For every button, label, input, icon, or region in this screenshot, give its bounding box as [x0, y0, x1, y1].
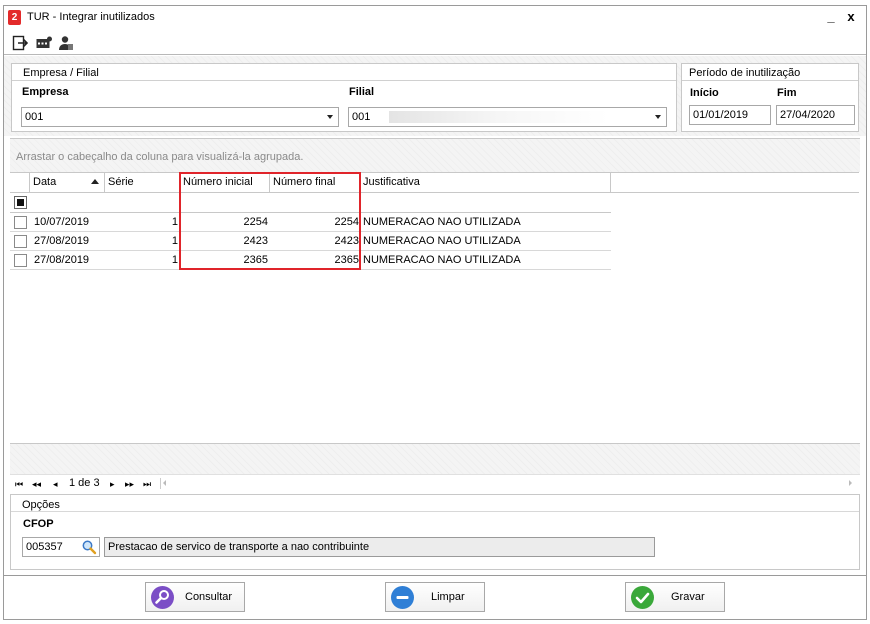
highlight-box: [179, 172, 361, 270]
sort-asc-icon: [91, 179, 99, 184]
select-all-checkbox[interactable]: [14, 196, 27, 209]
footer-divider: [4, 575, 866, 576]
cell-data: 27/08/2019: [34, 254, 90, 266]
page-position: 1 de 3: [69, 477, 100, 489]
cell-serie: 1: [171, 254, 178, 266]
checkmark-icon: [631, 586, 654, 609]
opcoes-header: [11, 495, 859, 512]
column-header-serie[interactable]: Série: [105, 172, 180, 193]
filial-combo[interactable]: 001: [348, 107, 667, 127]
column-header-justificativa[interactable]: Justificativa: [360, 172, 611, 193]
cfop-input[interactable]: 005357: [22, 537, 100, 557]
empresa-filial-title: Empresa / Filial: [23, 67, 99, 79]
filial-name-redacted: [389, 111, 609, 123]
toolbar: [4, 31, 866, 55]
row-checkbox[interactable]: [14, 254, 27, 267]
close-button[interactable]: x: [844, 9, 858, 25]
column-header-data[interactable]: Data: [30, 172, 105, 193]
app-logo-icon: 2: [8, 10, 21, 25]
chevron-down-icon[interactable]: [327, 115, 333, 119]
limpar-button[interactable]: Limpar: [385, 582, 485, 612]
pager-bar: [10, 474, 860, 492]
search-icon[interactable]: [81, 539, 97, 555]
scroll-right-icon[interactable]: [849, 480, 852, 486]
empresa-value: 001: [25, 111, 44, 123]
inicio-date-input[interactable]: 01/01/2019: [689, 105, 771, 125]
magnifier-icon: [151, 586, 174, 609]
cfop-label: CFOP: [23, 518, 54, 530]
consultar-button[interactable]: Consultar: [145, 582, 245, 612]
header-indicator: [10, 172, 30, 193]
fim-label: Fim: [777, 87, 797, 99]
fim-date-input[interactable]: 27/04/2020: [776, 105, 855, 125]
periodo-title: Período de inutilização: [689, 67, 801, 79]
first-page-button[interactable]: ⏮: [15, 479, 23, 490]
inicio-label: Início: [690, 87, 719, 99]
chevron-down-icon[interactable]: [655, 115, 661, 119]
row-checkbox[interactable]: [14, 235, 27, 248]
cell-data: 10/07/2019: [34, 216, 90, 228]
empresa-combo[interactable]: 001: [21, 107, 339, 127]
limpar-label: Limpar: [431, 591, 465, 603]
cell-justificativa: NUMERACAO NAO UTILIZADA: [363, 254, 521, 266]
gravar-button[interactable]: Gravar: [625, 582, 725, 612]
window-title: TUR - Integrar inutilizados: [27, 11, 155, 23]
cell-serie: 1: [171, 235, 178, 247]
opcoes-title: Opções: [22, 499, 60, 511]
cfop-value: 005357: [26, 541, 63, 553]
row-checkbox[interactable]: [14, 216, 27, 229]
filial-value: 001: [352, 111, 371, 123]
batch-icon[interactable]: [36, 35, 52, 51]
gravar-label: Gravar: [671, 591, 705, 603]
cell-justificativa: NUMERACAO NAO UTILIZADA: [363, 216, 521, 228]
prev-page-button[interactable]: ◂◂: [32, 479, 41, 490]
empresa-filial-header: [12, 64, 676, 81]
consultar-label: Consultar: [185, 591, 233, 603]
column-header-empty: [611, 172, 859, 193]
pager-separator: [160, 478, 161, 489]
cfop-description: Prestacao de servico de transporte a nao…: [104, 537, 655, 557]
next-button[interactable]: ▸: [110, 479, 115, 490]
cell-justificativa: NUMERACAO NAO UTILIZADA: [363, 235, 521, 247]
grid-footer: [10, 444, 860, 474]
user-icon[interactable]: [58, 35, 74, 51]
group-hint: Arrastar o cabeçalho da coluna para visu…: [16, 151, 304, 163]
filial-label: Filial: [349, 86, 375, 98]
exit-icon[interactable]: [12, 35, 29, 51]
empresa-label: Empresa: [22, 86, 69, 98]
cell-data: 27/08/2019: [34, 235, 90, 247]
prev-button[interactable]: ◂: [53, 479, 58, 490]
minimize-button[interactable]: _: [824, 9, 838, 25]
cell-serie: 1: [171, 216, 178, 228]
next-page-button[interactable]: ▸▸: [125, 479, 134, 490]
clear-icon: [391, 586, 414, 609]
column-header-label: Data: [33, 176, 57, 188]
scroll-left-icon[interactable]: [163, 480, 166, 486]
last-page-button[interactable]: ⏭: [143, 479, 151, 490]
